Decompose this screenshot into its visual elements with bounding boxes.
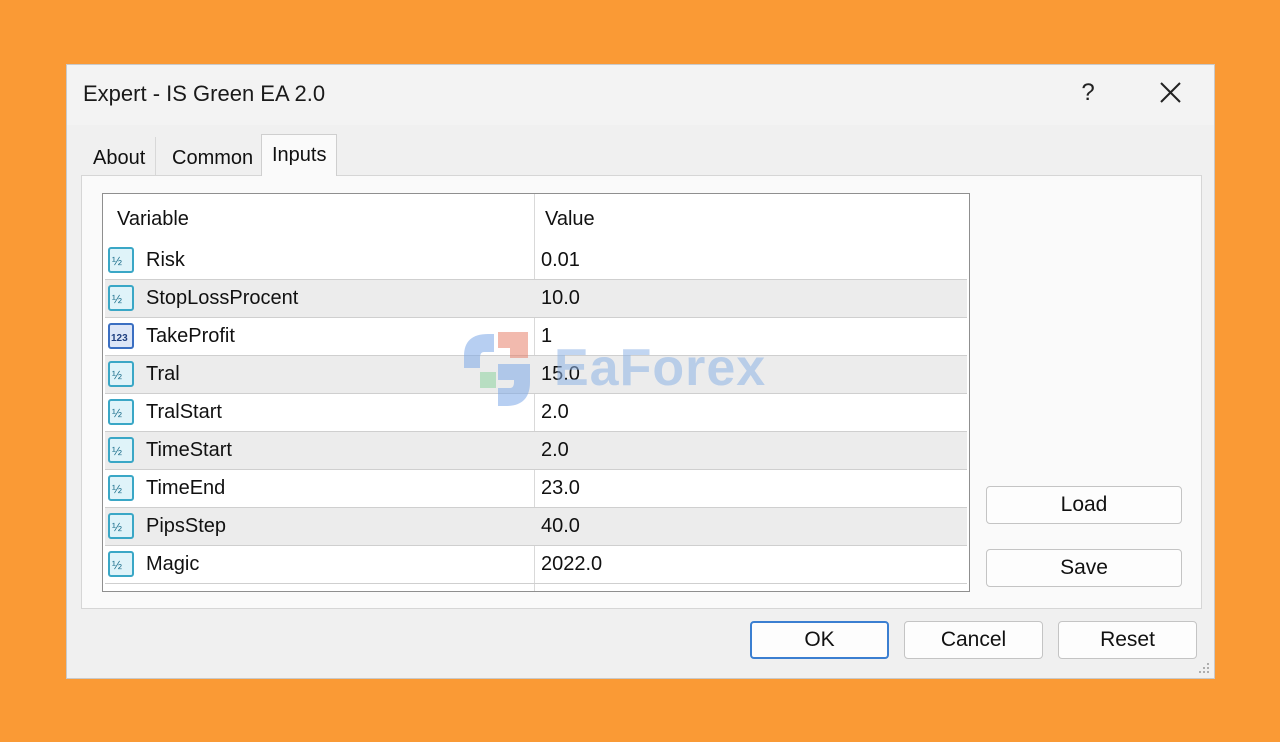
table-row[interactable]: ½ Risk 0.01 <box>105 242 967 280</box>
table-row[interactable]: ½ TralStart 2.0 <box>105 394 967 432</box>
help-button[interactable]: ? <box>1073 77 1103 109</box>
close-icon <box>1160 82 1181 103</box>
variable-value[interactable]: 0.01 <box>541 249 580 272</box>
inputs-table: Variable Value ½ Risk 0.01 ½ StopLossPro… <box>102 193 970 592</box>
variable-value[interactable]: 23.0 <box>541 477 580 500</box>
variable-name: TimeEnd <box>146 477 226 499</box>
table-row[interactable]: ½ StopLossProcent 10.0 <box>105 280 967 318</box>
tab-inputs[interactable]: Inputs <box>261 134 338 176</box>
double-icon: ½ <box>108 551 134 577</box>
table-row[interactable]: ½ Magic 2022.0 <box>105 546 967 584</box>
tab-common-label: Common <box>172 147 254 169</box>
variable-name: TimeStart <box>146 439 232 461</box>
svg-text:½: ½ <box>112 520 122 534</box>
expert-dialog: Expert - IS Green EA 2.0 ? About Common … <box>66 64 1215 679</box>
load-button[interactable]: Load <box>986 486 1182 524</box>
variable-value[interactable]: 15.0 <box>541 363 580 386</box>
resize-grip-icon[interactable] <box>1196 660 1210 674</box>
double-icon: ½ <box>108 513 134 539</box>
table-row[interactable]: 123 TakeProfit 1 <box>105 318 967 356</box>
variable-name: Magic <box>146 553 200 575</box>
svg-text:½: ½ <box>112 254 122 268</box>
variable-value[interactable]: 2.0 <box>541 401 569 424</box>
svg-text:½: ½ <box>112 406 122 420</box>
variable-value[interactable]: 2022.0 <box>541 553 602 576</box>
ok-button[interactable]: OK <box>750 621 889 659</box>
svg-text:½: ½ <box>112 368 122 382</box>
header-value[interactable]: Value <box>545 208 595 231</box>
reset-button[interactable]: Reset <box>1058 621 1197 659</box>
variable-name: PipsStep <box>146 515 227 537</box>
variable-name: Risk <box>146 249 185 271</box>
table-row[interactable]: ½ PipsStep 40.0 <box>105 508 967 546</box>
svg-text:½: ½ <box>112 558 122 572</box>
svg-text:½: ½ <box>112 482 122 496</box>
svg-text:½: ½ <box>112 444 122 458</box>
variable-value[interactable]: 1 <box>541 325 552 348</box>
variable-name: TralStart <box>146 401 222 423</box>
double-icon: ½ <box>108 247 134 273</box>
variable-name: StopLossProcent <box>146 287 299 309</box>
table-row[interactable]: ½ TimeStart 2.0 <box>105 432 967 470</box>
save-button[interactable]: Save <box>986 549 1182 587</box>
variable-value[interactable]: 2.0 <box>541 439 569 462</box>
double-icon: ½ <box>108 285 134 311</box>
table-row[interactable]: ½ TimeEnd 23.0 <box>105 470 967 508</box>
variable-name: Tral <box>146 363 180 385</box>
double-icon: ½ <box>108 475 134 501</box>
table-row[interactable]: ½ Tral 15.0 <box>105 356 967 394</box>
double-icon: ½ <box>108 361 134 387</box>
title-bar: Expert - IS Green EA 2.0 ? <box>67 65 1214 125</box>
tab-inputs-label: Inputs <box>272 144 327 166</box>
variable-value[interactable]: 40.0 <box>541 515 580 538</box>
header-variable[interactable]: Variable <box>117 208 189 231</box>
variable-name: TakeProfit <box>146 325 235 347</box>
window-title: Expert - IS Green EA 2.0 <box>83 81 326 106</box>
variable-value[interactable]: 10.0 <box>541 287 580 310</box>
cancel-button[interactable]: Cancel <box>904 621 1043 659</box>
integer-icon: 123 <box>108 323 134 349</box>
tab-about-label: About <box>93 147 146 169</box>
double-icon: ½ <box>108 437 134 463</box>
double-icon: ½ <box>108 399 134 425</box>
tab-common[interactable]: Common <box>162 137 265 175</box>
svg-text:123: 123 <box>111 333 128 344</box>
close-button[interactable] <box>1153 77 1187 109</box>
tab-about[interactable]: About <box>83 137 157 175</box>
svg-text:½: ½ <box>112 292 122 306</box>
